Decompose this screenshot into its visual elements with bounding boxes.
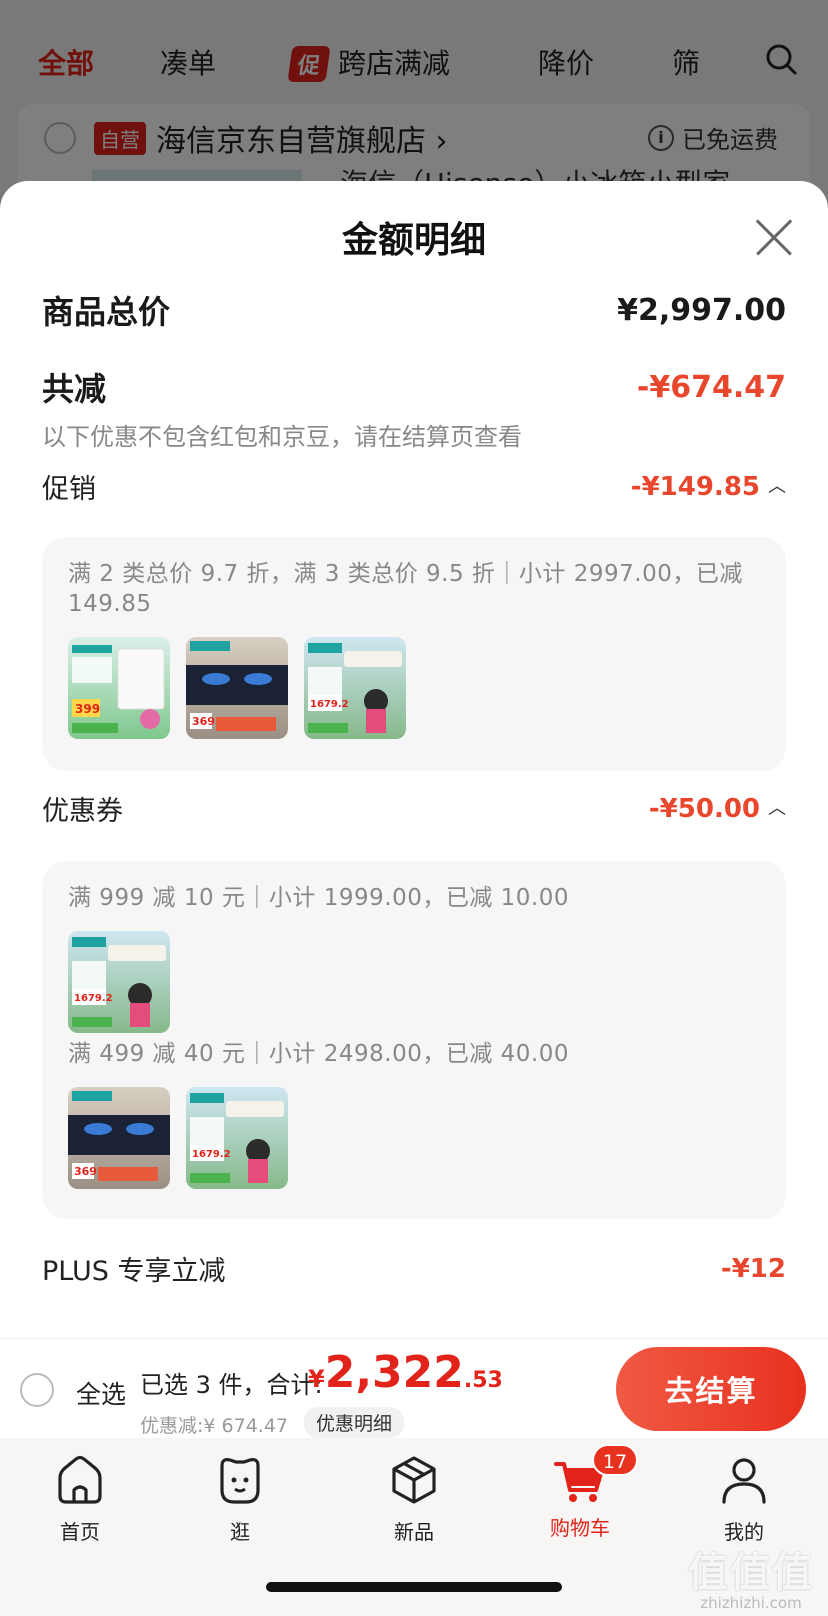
checkout-bar: 全选 已选 3 件，合计: ¥2,322.53 优惠减:¥ 674.47 优惠明… (0, 1338, 828, 1438)
checkout-button[interactable]: 去结算 (616, 1347, 806, 1431)
tab-new-label: 新品 (394, 1520, 434, 1544)
aircon-price: 1679.2 (310, 699, 349, 710)
product-thumb-aircon[interactable]: 1679.2 (68, 931, 170, 1033)
total-price: ¥2,322.53 (308, 1347, 503, 1398)
stove-price: 369 (192, 715, 215, 728)
total-amount: ¥2,997.00 (617, 292, 786, 328)
fridge-price: 399 (75, 702, 100, 716)
saved-amount: 优惠减:¥ 674.47 (140, 1415, 289, 1437)
plus-label: PLUS 专享立减 (42, 1256, 226, 1287)
discount-row: 共减 -¥674.47 (42, 364, 786, 410)
tab-cart[interactable]: 17 购物车 (520, 1444, 640, 1541)
stove-price: 369 (74, 1165, 97, 1178)
discount-note: 以下优惠不包含红包和京豆，请在结算页查看 (42, 423, 522, 451)
coupon-card: 满 999 减 10 元｜小计 1999.00，已减 10.00 1679.2 … (42, 861, 786, 1219)
discount-label: 共减 (42, 370, 107, 408)
plus-discount-row: PLUS 专享立减 -¥12 (42, 1249, 786, 1288)
tab-cart-label: 购物车 (550, 1516, 610, 1540)
plus-amount: -¥12 (720, 1253, 786, 1284)
tab-mine[interactable]: 我的 (684, 1452, 804, 1545)
product-thumb-gas-stove[interactable]: 369 (68, 1087, 170, 1189)
product-thumb-aircon[interactable]: 1679.2 (304, 637, 406, 739)
chevron-up-icon[interactable]: ︿ (768, 472, 786, 498)
coupon-row[interactable]: 优惠券 -¥50.00 ︿ (42, 789, 786, 828)
promotion-label: 促销 (42, 474, 96, 505)
price-currency: ¥ (308, 1365, 325, 1393)
promotion-rule: 满 2 类总价 9.7 折，满 3 类总价 9.5 折｜小计 2997.00，已… (68, 561, 743, 617)
browse-icon (220, 1458, 260, 1504)
watermark: 值值值 zhizhizhi.com (676, 1540, 826, 1612)
discount-detail-button[interactable]: 优惠明细 (304, 1407, 405, 1438)
tab-browse[interactable]: 逛 (180, 1452, 300, 1545)
amount-detail-sheet: 金额明细 商品总价 ¥2,997.00 共减 -¥674.47 以下优惠不包含红… (0, 181, 828, 1338)
selected-count: 已选 3 件，合计: (140, 1371, 323, 1399)
modal-overlay[interactable] (0, 0, 828, 200)
select-all-radio[interactable] (20, 1373, 54, 1407)
chevron-up-icon[interactable]: ︿ (768, 794, 786, 820)
tab-browse-label: 逛 (230, 1520, 250, 1544)
aircon-price: 1679.2 (192, 1149, 231, 1160)
tab-home[interactable]: 首页 (20, 1452, 140, 1545)
user-icon (722, 1458, 766, 1504)
cart-count-badge: 17 (592, 1444, 638, 1476)
aircon-price: 1679.2 (74, 993, 113, 1004)
sheet-title: 金额明细 (341, 220, 486, 261)
total-label: 商品总价 (42, 293, 171, 331)
price-integer: 2,322 (324, 1347, 464, 1398)
product-thumb-gas-stove[interactable]: 369 (186, 637, 288, 739)
select-all-label[interactable]: 全选 (76, 1375, 126, 1411)
cart-icon-wrap: 17 (552, 1444, 638, 1508)
product-thumb-fridge[interactable]: 399 (68, 637, 170, 739)
coupon-rule-2: 满 499 减 40 元｜小计 2498.00，已减 40.00 (68, 1041, 569, 1067)
home-icon (58, 1455, 102, 1504)
coupon-rule-1: 满 999 减 10 元｜小计 1999.00，已减 10.00 (68, 885, 569, 911)
watermark-logo: 值值值 (688, 1550, 814, 1596)
home-indicator[interactable] (266, 1582, 562, 1592)
close-icon[interactable] (754, 217, 794, 257)
discount-amount: -¥674.47 (636, 369, 786, 405)
promotion-card: 满 2 类总价 9.7 折，满 3 类总价 9.5 折｜小计 2997.00，已… (42, 537, 786, 771)
coupon-label: 优惠券 (42, 796, 123, 827)
product-thumb-aircon[interactable]: 1679.2 (186, 1087, 288, 1189)
total-row: 商品总价 ¥2,997.00 (42, 287, 786, 333)
promotion-row[interactable]: 促销 -¥149.85 ︿ (42, 467, 786, 506)
tab-new[interactable]: 新品 (354, 1452, 474, 1545)
cube-icon (392, 1456, 436, 1504)
price-decimal: .53 (463, 1368, 503, 1393)
promotion-amount: -¥149.85 (630, 471, 760, 502)
coupon-amount: -¥50.00 (648, 793, 760, 824)
tab-home-label: 首页 (60, 1520, 100, 1544)
